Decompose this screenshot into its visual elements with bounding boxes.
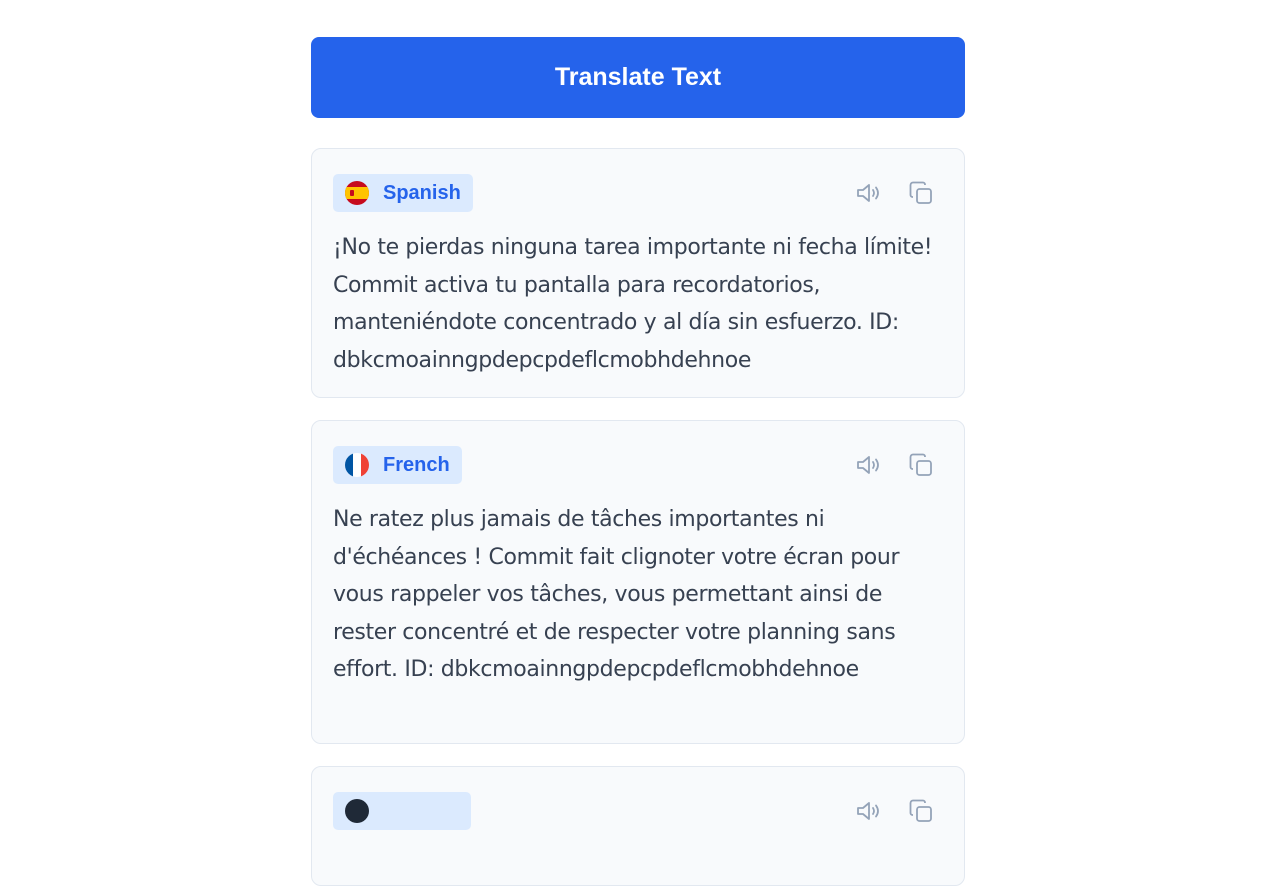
translate-text-button[interactable]: Translate Text [311,37,965,118]
speaker-icon[interactable] [854,796,884,826]
translated-text: Ne ratez plus jamais de tâches important… [333,507,900,682]
translation-panel: Translate Text Spanish ¡No te pierdas ni… [311,37,965,886]
card-actions [854,178,936,208]
language-badge-spanish: Spanish [333,174,473,212]
spain-flag-icon [345,181,369,205]
translated-text: ¡No te pierdas ninguna tarea importante … [333,235,933,373]
france-flag-icon [345,453,369,477]
card-actions [854,796,936,826]
translation-card-partial [311,766,965,886]
card-header: French [333,446,944,484]
language-badge [333,792,471,830]
translation-card-spanish: Spanish ¡No te pierdas ninguna tarea imp… [311,148,965,398]
card-header: Spanish [333,174,944,212]
speaker-icon[interactable] [854,178,884,208]
language-badge-french: French [333,446,462,484]
card-actions [854,450,936,480]
copy-icon[interactable] [906,450,936,480]
translation-card-french: French Ne ratez plus jamais de tâches im… [311,420,965,744]
flag-icon [345,799,369,823]
speaker-icon[interactable] [854,450,884,480]
language-name: Spanish [383,181,461,204]
language-name: French [383,453,450,476]
copy-icon[interactable] [906,178,936,208]
card-header [333,792,944,830]
copy-icon[interactable] [906,796,936,826]
